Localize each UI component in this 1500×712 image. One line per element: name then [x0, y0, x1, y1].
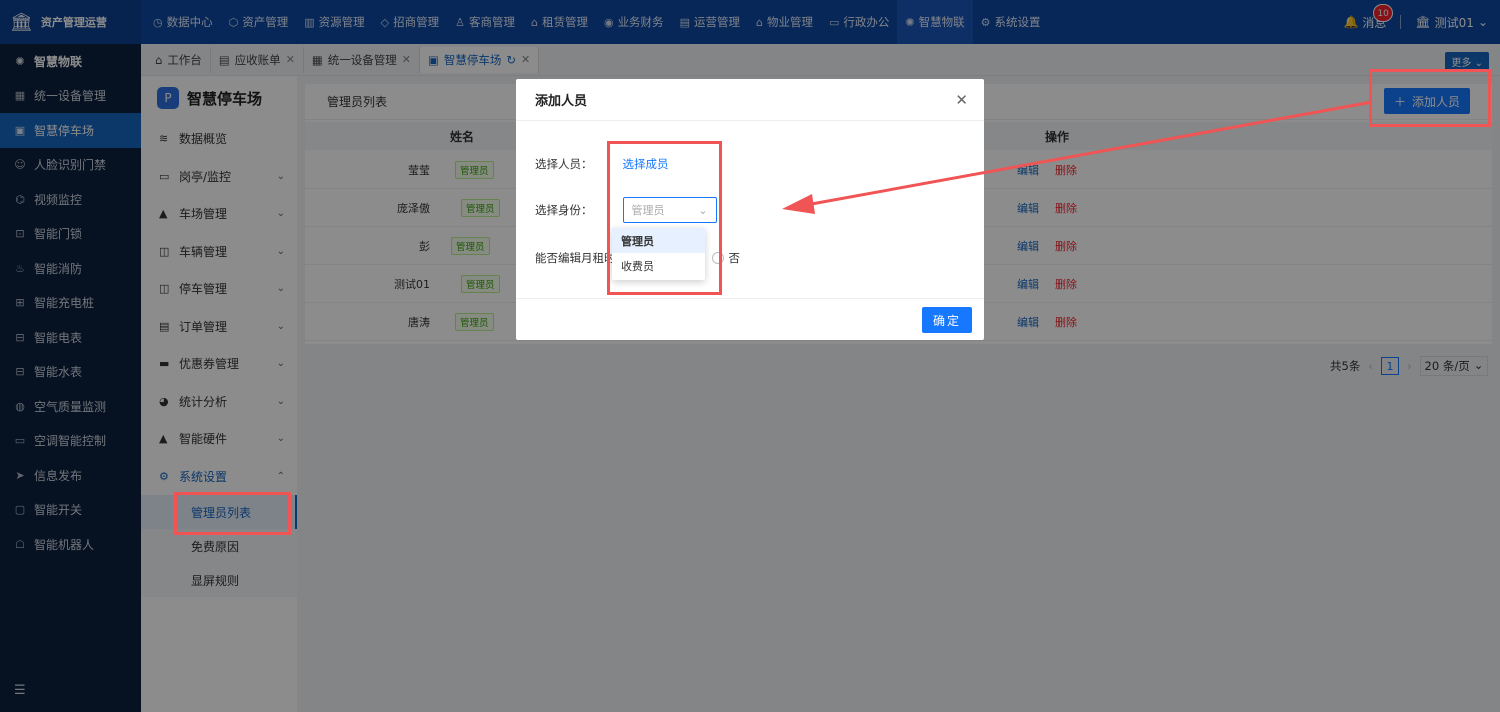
confirm-button[interactable]: 确定: [922, 307, 972, 333]
radio-no-label: 否: [728, 251, 741, 265]
select-role-row: 选择身份： 管理员 ⌄: [535, 197, 717, 223]
select-person-row: 选择人员： 选择成员: [535, 156, 669, 172]
edit-permission-label: 能否编辑月租时: [535, 251, 616, 265]
dialog-footer: 确定: [516, 298, 984, 340]
radio-no[interactable]: [711, 252, 724, 264]
select-member-link[interactable]: 选择成员: [623, 156, 669, 172]
chevron-down-icon: ⌄: [698, 203, 708, 217]
role-select[interactable]: 管理员 ⌄: [622, 197, 717, 223]
close-icon[interactable]: ✕: [955, 91, 968, 109]
role-dropdown: 管理员 收费员: [612, 228, 705, 280]
add-person-dialog: 添加人员 ✕ 选择人员： 选择成员 选择身份： 管理员 ⌄ 能否编辑月租时 否 …: [516, 79, 984, 340]
dialog-title: 添加人员: [516, 79, 984, 121]
select-role-label: 选择身份：: [535, 203, 593, 217]
option-admin[interactable]: 管理员: [612, 228, 705, 253]
option-cashier[interactable]: 收费员: [612, 253, 705, 278]
select-person-label: 选择人员：: [535, 157, 593, 171]
